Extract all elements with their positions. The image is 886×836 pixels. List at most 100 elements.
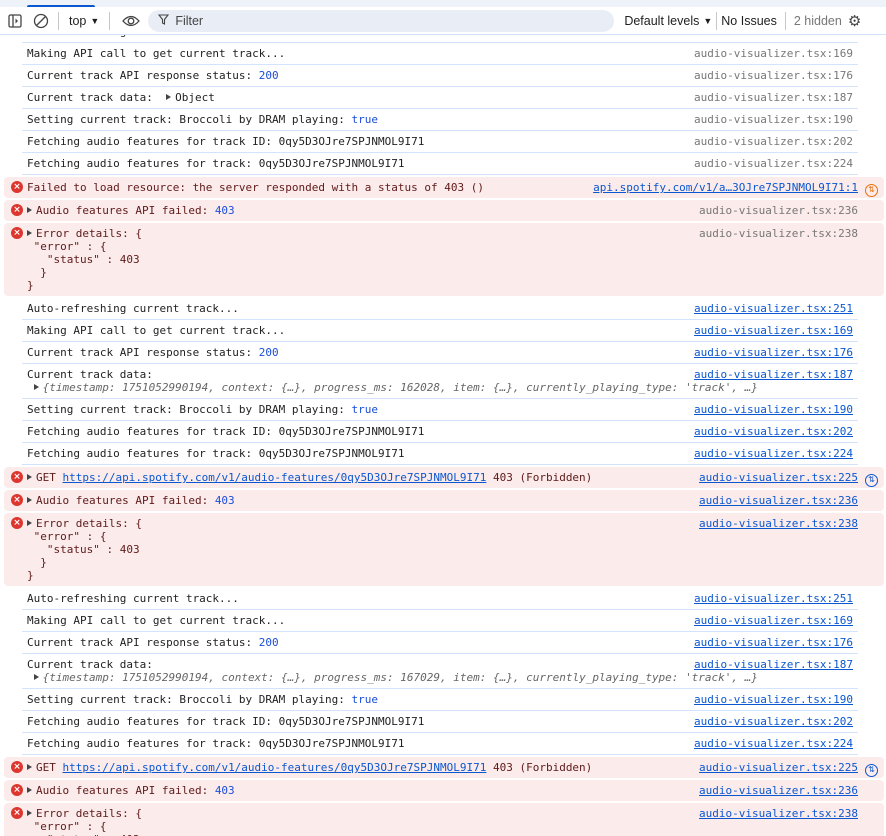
console-error-message: × Error details: { "error" : { "status" :… bbox=[4, 223, 884, 296]
message-text: 162028 bbox=[400, 381, 441, 394]
message-text: GET bbox=[36, 761, 63, 774]
message-text: , item: {…}, currently_playing_type: bbox=[440, 671, 686, 684]
console-log-message: Setting current track: Broccoli by DRAM … bbox=[22, 689, 858, 711]
log-levels-dropdown[interactable]: Default levels ▼ bbox=[624, 14, 712, 28]
source-link[interactable]: audio-visualizer.tsx:190 bbox=[694, 113, 853, 126]
source-link[interactable]: audio-visualizer.tsx:251 bbox=[694, 302, 853, 315]
expand-triangle-icon[interactable] bbox=[27, 787, 32, 793]
message-text: Current track API response status: bbox=[27, 636, 259, 649]
source-link[interactable]: audio-visualizer.tsx:187 bbox=[694, 658, 853, 671]
console-log-message: Auto-refreshing current track... audio-vi… bbox=[22, 298, 858, 320]
message-text: GET bbox=[36, 471, 63, 484]
expand-triangle-icon[interactable] bbox=[27, 810, 32, 816]
network-request-icon[interactable]: ⇅ bbox=[865, 764, 878, 777]
message-text: Fetching audio features for track ID: 0q… bbox=[27, 715, 425, 728]
message-text: 403 bbox=[214, 784, 235, 797]
message-text: Current track data: bbox=[27, 91, 167, 104]
expand-triangle-icon[interactable] bbox=[33, 674, 39, 680]
settings-gear-icon[interactable]: ⚙ bbox=[848, 12, 861, 30]
message-text: Object bbox=[175, 91, 215, 104]
expand-triangle-icon[interactable] bbox=[27, 520, 32, 526]
source-link[interactable]: api.spotify.com/v1/a…3OJre7SPJNMOL9I71:1… bbox=[593, 181, 878, 197]
eye-icon[interactable] bbox=[120, 10, 142, 32]
source-link[interactable]: audio-visualizer.tsx:169 bbox=[694, 324, 853, 337]
message-text: 1751052990194 bbox=[122, 381, 209, 394]
source-link[interactable]: audio-visualizer.tsx:190 bbox=[694, 693, 853, 706]
filter-input[interactable]: Filter bbox=[148, 9, 615, 32]
panel-tab-strip bbox=[0, 0, 886, 8]
source-link[interactable]: audio-visualizer.tsx:202 bbox=[694, 135, 853, 148]
message-text: Failed to load resource: the server resp… bbox=[27, 181, 484, 194]
source-link[interactable]: audio-visualizer.tsx:236 bbox=[699, 204, 858, 217]
expand-triangle-icon[interactable] bbox=[33, 384, 39, 390]
source-link[interactable]: audio-visualizer.tsx:202 bbox=[694, 425, 853, 438]
source-link[interactable]: audio-visualizer.tsx:236 bbox=[699, 494, 858, 507]
error-icon: × bbox=[11, 227, 23, 239]
console-log-message: Current track data: {timestamp: 17510529… bbox=[22, 364, 858, 399]
message-text: timestamp bbox=[49, 381, 109, 394]
console-log-message: Fetching audio features for track: 0qy5D… bbox=[22, 733, 858, 755]
message-text: 'track' bbox=[685, 381, 732, 394]
error-icon: × bbox=[11, 494, 23, 506]
error-icon: × bbox=[11, 204, 23, 216]
message-text: Fetching audio features for track ID: 0q… bbox=[27, 425, 425, 438]
source-link[interactable]: audio-visualizer.tsx:224 bbox=[694, 157, 853, 170]
console-log-message: Fetching audio features for track: 0qy5D… bbox=[22, 153, 858, 175]
sidebar-toggle-icon[interactable] bbox=[4, 10, 26, 32]
source-link[interactable]: audio-visualizer.tsx:224 bbox=[694, 447, 853, 460]
expand-triangle-icon[interactable] bbox=[27, 474, 32, 480]
console-log-message: Auto-refreshing current track... audio-vi… bbox=[22, 35, 858, 43]
source-link[interactable]: audio-visualizer.tsx:169 bbox=[694, 614, 853, 627]
context-selector[interactable]: top ▼ bbox=[65, 14, 103, 28]
message-text: Setting current track: Broccoli by DRAM … bbox=[27, 403, 352, 416]
issues-button[interactable]: No Issues bbox=[721, 14, 777, 28]
console-log-message: Current track data: Object audio-visualiz… bbox=[22, 87, 858, 109]
source-link[interactable]: audio-visualizer.tsx:202 bbox=[694, 715, 853, 728]
message-text: Auto-refreshing current track... bbox=[27, 592, 239, 605]
message-text: Setting current track: Broccoli by DRAM … bbox=[27, 693, 352, 706]
source-link[interactable]: audio-visualizer.tsx:190 bbox=[694, 403, 853, 416]
message-text: Error details: { "error" : { "status" : … bbox=[33, 807, 142, 836]
source-link[interactable]: audio-visualizer.tsx:176 bbox=[694, 636, 853, 649]
divider bbox=[716, 11, 718, 30]
console-log-message: Setting current track: Broccoli by DRAM … bbox=[22, 399, 858, 421]
console-log-message: Making API call to get current track... a… bbox=[22, 320, 858, 342]
source-link[interactable]: audio-visualizer.tsx:169 bbox=[694, 47, 853, 60]
source-link[interactable]: audio-visualizer.tsx:225 ⇅ bbox=[699, 471, 878, 487]
console-log-message: Making API call to get current track... a… bbox=[22, 610, 858, 632]
source-link[interactable]: audio-visualizer.tsx:225 ⇅ bbox=[699, 761, 878, 777]
message-text: , …} bbox=[731, 381, 758, 394]
message-text: 403 (Forbidden) bbox=[486, 761, 593, 774]
filter-placeholder: Filter bbox=[175, 13, 204, 28]
source-link[interactable]: audio-visualizer.tsx:187 bbox=[694, 91, 853, 104]
source-link[interactable]: audio-visualizer.tsx:238 bbox=[699, 517, 858, 530]
request-url-link[interactable]: https://api.spotify.com/v1/audio-feature… bbox=[63, 761, 487, 774]
message-text: Audio features API failed: bbox=[36, 204, 215, 217]
expand-triangle-icon[interactable] bbox=[27, 497, 32, 503]
source-link[interactable]: audio-visualizer.tsx:238 bbox=[699, 807, 858, 820]
source-link[interactable]: audio-visualizer.tsx:176 bbox=[694, 346, 853, 359]
expand-triangle-icon[interactable] bbox=[166, 94, 172, 100]
network-request-icon[interactable]: ⇅ bbox=[865, 474, 878, 487]
error-icon: × bbox=[11, 471, 23, 483]
network-request-icon[interactable]: ⇅ bbox=[865, 184, 878, 197]
source-link[interactable]: audio-visualizer.tsx:238 bbox=[699, 227, 858, 240]
source-link[interactable]: audio-visualizer.tsx:187 bbox=[694, 368, 853, 381]
console-error-message: × GET https://api.spotify.com/v1/audio-fe… bbox=[4, 757, 884, 778]
message-text: Making API call to get current track... bbox=[27, 47, 286, 60]
source-link[interactable]: audio-visualizer.tsx:224 bbox=[694, 737, 853, 750]
source-link[interactable]: audio-visualizer.tsx:251 bbox=[694, 592, 853, 605]
source-link[interactable]: audio-visualizer.tsx:251 bbox=[694, 35, 853, 38]
message-text: Fetching audio features for track: 0qy5D… bbox=[27, 737, 405, 750]
message-text: {timestamp: bbox=[42, 671, 123, 684]
request-url-link[interactable]: https://api.spotify.com/v1/audio-feature… bbox=[63, 471, 487, 484]
clear-console-icon[interactable] bbox=[30, 10, 52, 32]
console-error-message: × Audio features API failed: 403 audio-vis… bbox=[4, 200, 884, 221]
expand-triangle-icon[interactable] bbox=[27, 230, 32, 236]
source-link[interactable]: audio-visualizer.tsx:236 bbox=[699, 784, 858, 797]
source-link[interactable]: audio-visualizer.tsx:176 bbox=[694, 69, 853, 82]
expand-triangle-icon[interactable] bbox=[27, 764, 32, 770]
message-text: 403 bbox=[214, 494, 235, 507]
message-text: , item: {…}, currently_playing_type: bbox=[440, 381, 686, 394]
expand-triangle-icon[interactable] bbox=[27, 207, 32, 213]
